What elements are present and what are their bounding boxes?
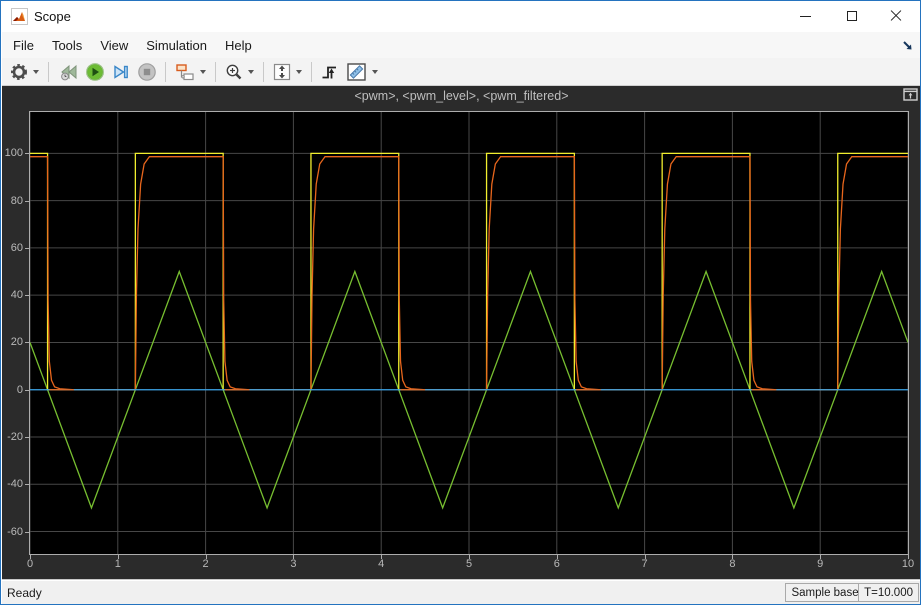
y-tick-label: 100 — [0, 147, 23, 159]
toolbar-separator — [215, 62, 216, 82]
step-back-icon — [57, 62, 79, 82]
plot-title: <pwm>, <pwm_level>, <pwm_filtered> — [2, 89, 921, 103]
run-button[interactable] — [83, 60, 107, 84]
waveform-chart — [30, 112, 908, 554]
simulation-time-indicator: T=10.000 — [858, 583, 919, 602]
y-tick-mark — [25, 437, 29, 438]
maximize-button[interactable] — [829, 1, 874, 31]
span-y-icon — [272, 62, 292, 82]
x-tick-mark — [732, 555, 733, 559]
trigger-icon — [320, 62, 340, 82]
y-tick-mark — [25, 201, 29, 202]
zoom-icon — [224, 62, 244, 82]
run-icon — [85, 62, 105, 82]
x-tick-mark — [908, 555, 909, 559]
x-tick-label: 10 — [888, 558, 921, 570]
y-tick-label: 80 — [0, 195, 23, 207]
x-tick-label: 9 — [800, 558, 840, 570]
y-tick-label: 20 — [0, 336, 23, 348]
zoom-dropdown-caret[interactable] — [248, 70, 254, 74]
x-tick-mark — [645, 555, 646, 559]
x-tick-label: 0 — [10, 558, 50, 570]
y-tick-mark — [25, 532, 29, 533]
measurements-button[interactable] — [344, 60, 370, 84]
y-tick-label: 60 — [0, 242, 23, 254]
gear-icon — [9, 62, 29, 82]
matlab-logo-icon — [11, 8, 28, 25]
menu-help[interactable]: Help — [216, 34, 261, 57]
x-tick-mark — [469, 555, 470, 559]
measurements-dropdown-caret[interactable] — [372, 70, 378, 74]
y-tick-mark — [25, 484, 29, 485]
x-tick-label: 7 — [625, 558, 665, 570]
scope-window: Scope File Tools View Simulation Help — [0, 0, 921, 605]
title-bar: Scope — [1, 1, 920, 32]
toolbar-separator — [165, 62, 166, 82]
trigger-button[interactable] — [318, 60, 342, 84]
axes-maximize-icon[interactable] — [903, 88, 918, 101]
y-tick-label: -20 — [0, 431, 23, 443]
toolbar — [2, 58, 920, 86]
x-tick-mark — [820, 555, 821, 559]
y-tick-label: 40 — [0, 289, 23, 301]
x-tick-mark — [381, 555, 382, 559]
x-tick-label: 6 — [537, 558, 577, 570]
y-tick-mark — [25, 153, 29, 154]
blocks-icon — [174, 62, 196, 82]
step-forward-icon — [111, 62, 131, 82]
y-tick-mark — [25, 295, 29, 296]
menu-tools[interactable]: Tools — [43, 34, 91, 57]
y-tick-label: 0 — [0, 384, 23, 396]
toolbar-separator — [48, 62, 49, 82]
x-tick-label: 8 — [712, 558, 752, 570]
x-tick-label: 4 — [361, 558, 401, 570]
y-tick-mark — [25, 342, 29, 343]
menu-bar: File Tools View Simulation Help — [2, 32, 920, 58]
y-tick-label: -40 — [0, 478, 23, 490]
span-y-dropdown-caret[interactable] — [296, 70, 302, 74]
status-bar: Ready Sample based T=10.000 — [2, 579, 921, 605]
y-tick-mark — [25, 390, 29, 391]
x-tick-mark — [118, 555, 119, 559]
zoom-button[interactable] — [222, 60, 246, 84]
toolbar-separator — [263, 62, 264, 82]
minimize-icon — [800, 16, 811, 17]
span-y-button[interactable] — [270, 60, 294, 84]
x-tick-label: 3 — [273, 558, 313, 570]
configuration-dropdown-caret[interactable] — [33, 70, 39, 74]
x-tick-label: 1 — [98, 558, 138, 570]
maximize-icon — [847, 11, 857, 21]
menu-view[interactable]: View — [91, 34, 137, 57]
minimize-button[interactable] — [783, 1, 828, 31]
y-tick-label: -60 — [0, 526, 23, 538]
plot-axes[interactable] — [29, 111, 909, 555]
close-icon — [890, 10, 902, 22]
y-tick-mark — [25, 248, 29, 249]
step-forward-button[interactable] — [109, 60, 133, 84]
stop-icon — [137, 62, 157, 82]
x-tick-label: 2 — [186, 558, 226, 570]
window-title: Scope — [34, 9, 71, 24]
step-back-button — [55, 60, 81, 84]
x-tick-mark — [557, 555, 558, 559]
configuration-button[interactable] — [7, 60, 31, 84]
toolbar-separator — [311, 62, 312, 82]
x-tick-mark — [30, 555, 31, 559]
x-tick-label: 5 — [449, 558, 489, 570]
close-button[interactable] — [873, 1, 918, 31]
x-tick-mark — [206, 555, 207, 559]
signal-selector-dropdown-caret[interactable] — [200, 70, 206, 74]
stop-button — [135, 60, 159, 84]
x-tick-mark — [293, 555, 294, 559]
status-text: Ready — [7, 586, 42, 600]
signal-selector-button[interactable] — [172, 60, 198, 84]
menu-simulation[interactable]: Simulation — [137, 34, 216, 57]
ruler-icon — [346, 62, 368, 82]
dock-arrow-icon[interactable] — [902, 39, 914, 51]
menu-file[interactable]: File — [4, 34, 43, 57]
scope-canvas: <pwm>, <pwm_level>, <pwm_filtered> -60 -4… — [2, 86, 921, 579]
